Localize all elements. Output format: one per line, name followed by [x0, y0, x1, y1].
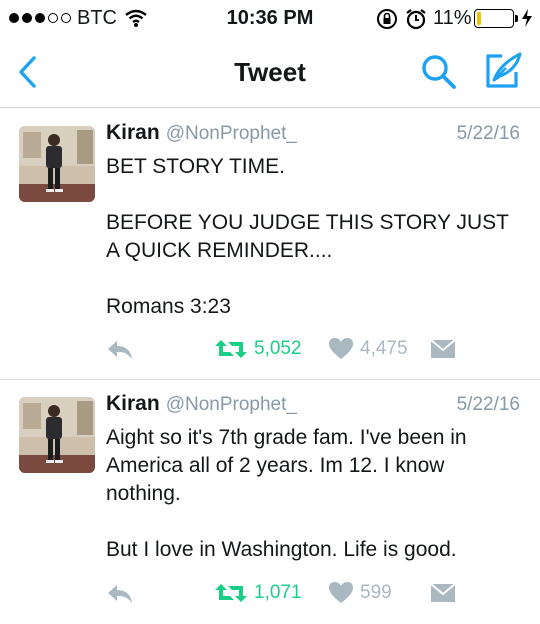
retweet-icon — [215, 584, 247, 602]
tweet[interactable]: Kiran @NonProphet_ 5/22/16 BET STORY TIME… — [0, 109, 540, 380]
tweet-line: nothing. — [106, 482, 181, 505]
direct-message-button[interactable] — [430, 583, 456, 608]
like-count: 4,475 — [360, 338, 408, 359]
rotation-lock-icon — [377, 9, 397, 29]
tweet-date: 5/22/16 — [456, 123, 520, 144]
reply-icon — [108, 341, 132, 359]
tweet[interactable]: Kiran @NonProphet_ 5/22/16 Aight so it's … — [0, 380, 540, 624]
direct-message-button[interactable] — [430, 339, 456, 364]
author-name[interactable]: Kiran — [106, 121, 160, 144]
charging-bolt-icon — [522, 9, 532, 27]
author-handle[interactable]: @NonProphet_ — [166, 394, 297, 415]
reply-button[interactable] — [106, 339, 134, 366]
reply-button[interactable] — [106, 583, 134, 610]
author-handle[interactable]: @NonProphet_ — [166, 123, 297, 144]
search-button[interactable] — [418, 52, 460, 92]
battery-icon — [474, 9, 514, 28]
like-button[interactable]: 4,475 — [328, 337, 408, 361]
navigation-bar: Tweet — [0, 36, 540, 108]
tweet-header: Kiran @NonProphet_ 5/22/16 — [106, 121, 520, 151]
compose-button[interactable] — [480, 50, 526, 92]
tweet-line: Aight so it's 7th grade fam. I've been i… — [106, 426, 467, 449]
avatar[interactable] — [19, 397, 95, 473]
avatar-photo — [19, 397, 95, 473]
battery-percent: 11% — [433, 7, 472, 29]
tweet-line: America all of 2 years. Im 12. I know — [106, 454, 445, 477]
envelope-icon — [430, 583, 456, 602]
heart-icon — [329, 582, 353, 603]
tweet-line: BET STORY TIME. — [106, 155, 285, 178]
tweet-actions: 1,071 599 — [106, 579, 526, 609]
battery-cap — [515, 15, 518, 22]
tweet-actions: 5,052 4,475 — [106, 335, 526, 365]
tweet-line: Romans 3:23 — [106, 295, 231, 318]
retweet-count: 5,052 — [254, 338, 302, 359]
tweet-text: BET STORY TIME. BEFORE YOU JUDGE THIS ST… — [106, 153, 526, 321]
status-bar: BTC 10:36 PM 11% — [0, 0, 540, 36]
tweet-line: A QUICK REMINDER.... — [106, 239, 333, 262]
retweet-button[interactable]: 5,052 — [214, 337, 302, 361]
avatar-photo — [19, 126, 95, 202]
like-count: 599 — [360, 582, 392, 603]
compose-icon — [486, 52, 522, 88]
tweet-header: Kiran @NonProphet_ 5/22/16 — [106, 392, 520, 422]
tweet-date: 5/22/16 — [456, 394, 520, 415]
retweet-icon — [215, 340, 247, 358]
tweet-line: BEFORE YOU JUDGE THIS STORY JUST — [106, 211, 509, 234]
tweet-text: Aight so it's 7th grade fam. I've been i… — [106, 424, 526, 564]
tweet-line: But I love in Washington. Life is good. — [106, 538, 457, 561]
heart-icon — [329, 338, 353, 359]
reply-icon — [108, 585, 132, 603]
avatar[interactable] — [19, 126, 95, 202]
battery-level-fill — [477, 12, 481, 25]
retweet-count: 1,071 — [254, 582, 302, 603]
search-icon — [422, 55, 456, 89]
retweet-button[interactable]: 1,071 — [214, 581, 302, 605]
alarm-icon — [406, 9, 426, 30]
author-name[interactable]: Kiran — [106, 392, 160, 415]
envelope-icon — [430, 339, 456, 358]
like-button[interactable]: 599 — [328, 581, 392, 605]
